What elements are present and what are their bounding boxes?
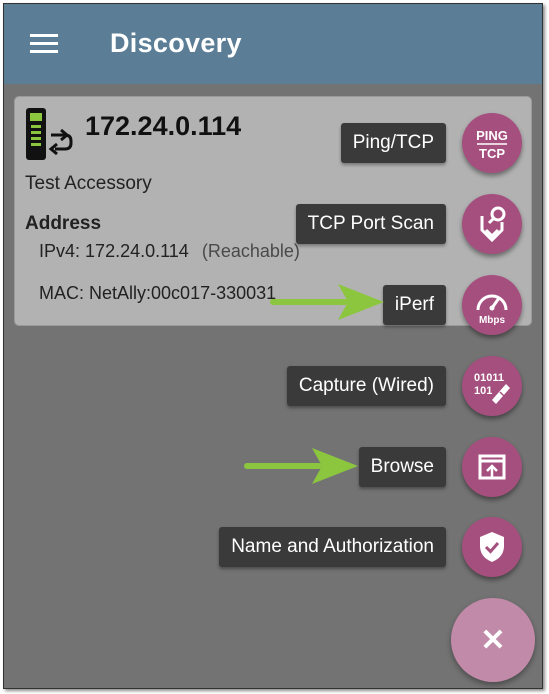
svg-text:01011: 01011 — [474, 372, 504, 384]
shield-check-icon — [480, 532, 504, 562]
capture-binary-icon: 01011 101 — [474, 372, 510, 404]
browse-button[interactable]: Browse — [358, 447, 446, 487]
iperf-fab[interactable]: Mbps — [462, 275, 522, 335]
close-icon: ✕ — [480, 623, 506, 657]
name-authorization-fab[interactable] — [462, 517, 522, 577]
app-screen: Discovery 172.24.0.114 Test Accessory Ad… — [3, 3, 543, 689]
iperf-gauge-icon: Mbps — [476, 294, 508, 326]
browse-icon — [478, 454, 506, 480]
ipv4-label: IPv4: — [39, 241, 81, 261]
address-heading: Address — [25, 213, 102, 234]
iperf-button[interactable]: iPerf — [382, 285, 446, 325]
ping-tcp-icon: PING TCP — [476, 128, 508, 161]
ipv4-value: 172.24.0.114 — [85, 241, 189, 261]
ipv4-status: (Reachable) — [201, 241, 300, 261]
menu-icon[interactable] — [30, 34, 58, 54]
svg-text:TCP: TCP — [479, 146, 505, 161]
tester-device-icon — [26, 108, 73, 160]
name-authorization-button[interactable]: Name and Authorization — [219, 527, 446, 567]
mac-value: NetAlly:00c017-330031 — [89, 283, 277, 303]
ping-tcp-fab[interactable]: PING TCP — [462, 113, 522, 173]
annotation-arrow-browse — [244, 448, 358, 484]
ipv4-row: IPv4: 172.24.0.114 (Reachable) — [39, 241, 300, 262]
tcp-port-scan-fab[interactable] — [462, 194, 522, 254]
close-speed-dial-button[interactable]: ✕ — [451, 598, 535, 682]
svg-text:Mbps: Mbps — [479, 315, 506, 326]
capture-wired-fab[interactable]: 01011 101 — [462, 356, 522, 416]
ping-tcp-button[interactable]: Ping/TCP — [340, 123, 446, 163]
page-title: Discovery — [110, 28, 242, 58]
app-bar: Discovery — [4, 4, 542, 84]
port-scan-icon — [480, 206, 506, 243]
mac-row: MAC: NetAlly:00c017-330031 — [39, 283, 276, 304]
svg-text:101: 101 — [474, 385, 492, 397]
device-name: Test Accessory — [25, 173, 152, 194]
svg-text:PING: PING — [476, 128, 508, 143]
annotation-arrow-iperf — [270, 284, 384, 320]
mac-label: MAC: — [39, 283, 84, 303]
device-ip-title: 172.24.0.114 — [85, 111, 242, 141]
capture-wired-button[interactable]: Capture (Wired) — [286, 366, 446, 406]
tcp-port-scan-button[interactable]: TCP Port Scan — [295, 204, 446, 244]
browse-fab[interactable] — [462, 437, 522, 497]
